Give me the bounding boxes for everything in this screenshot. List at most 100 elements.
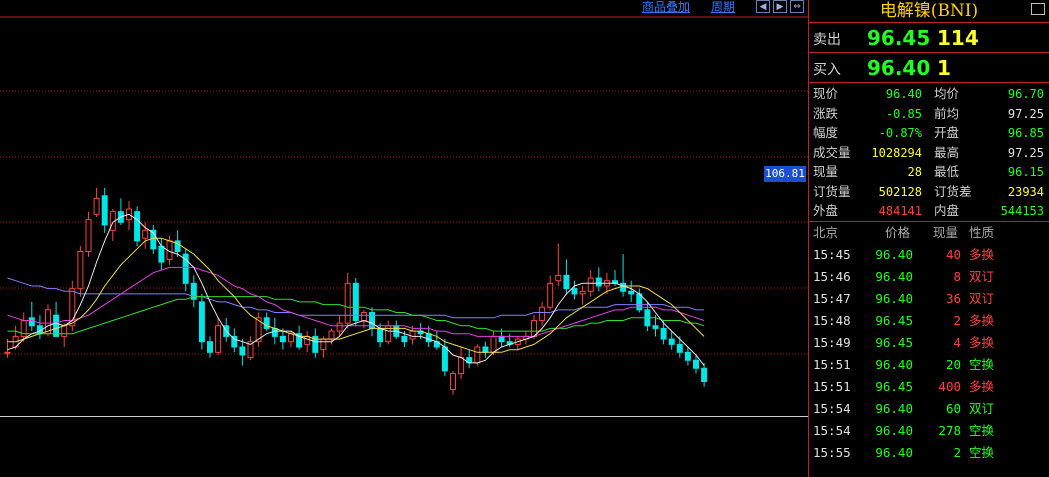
tick-qty: 60	[945, 401, 961, 416]
tick-nature: 空换	[969, 423, 995, 438]
crosshair-price-label: 106.81	[764, 166, 806, 182]
stat-value: 96.85	[1007, 126, 1044, 140]
scroll-right-button[interactable]: ▶	[773, 0, 787, 13]
sell-volume: 114	[937, 26, 979, 50]
candle-down	[652, 325, 659, 329]
tick-price: 96.40	[875, 269, 913, 284]
stats-row: 涨跌 -0.85 前均 97.25	[809, 104, 1049, 124]
tick-row: 15:46 96.40 8 双订	[809, 266, 1049, 288]
tick-time: 15:49	[813, 335, 851, 350]
tick-price: 96.40	[875, 357, 913, 372]
candle-up	[547, 282, 554, 308]
candle-down	[401, 335, 408, 343]
candle-down	[668, 338, 675, 345]
tick-time: 15:45	[813, 247, 851, 262]
stat-label: 均价	[934, 86, 960, 101]
stat-value: 97.25	[1007, 145, 1044, 160]
tick-row: 15:49 96.45 4 多换	[809, 332, 1049, 354]
stat-label: 成交量	[813, 144, 851, 160]
stats-table: 现价 96.40 均价 96.70 涨跌 -0.85 前均 97.25 幅度 -0.87% 开盘 96…	[809, 83, 1049, 222]
candle-up	[304, 335, 311, 345]
tick-price: 96.40	[875, 445, 913, 460]
sell-label: 卖出	[813, 32, 841, 48]
stat-value: -0.85	[885, 106, 922, 121]
stat-label: 订货差	[934, 183, 972, 199]
candle-down	[441, 346, 448, 372]
tick-qty: 278	[938, 423, 961, 438]
candle-down	[134, 211, 141, 242]
candle-down	[693, 359, 699, 369]
candle-down	[28, 317, 35, 327]
stat-label: 现量	[813, 164, 839, 179]
tick-time: 15:46	[813, 269, 851, 284]
candle-down	[701, 367, 708, 383]
candle-up	[320, 338, 327, 351]
candle-up	[458, 357, 465, 375]
ticks-list[interactable]: 15:45 96.40 40 多换 15:46 96.40 8 双订 15:47 96.40 36 双…	[809, 244, 1049, 464]
stat-value: 544153	[1000, 204, 1044, 218]
candle-up	[409, 330, 416, 340]
period-link[interactable]: 周期	[711, 0, 735, 14]
tick-nature: 多换	[969, 313, 995, 328]
ticks-header: 北京 价格 现量 性质	[809, 222, 1049, 244]
candle-up	[288, 333, 294, 343]
stat-value: 484141	[878, 204, 922, 218]
candle-up	[360, 312, 367, 321]
tick-qty: 36	[945, 291, 961, 306]
candle-up	[328, 330, 335, 340]
candle-down	[207, 341, 213, 353]
candle-up	[555, 274, 562, 282]
tick-nature: 双订	[969, 291, 995, 306]
candle-down	[684, 351, 691, 361]
stats-row: 现价 96.40 均价 96.70	[809, 84, 1049, 104]
tick-nature: 双订	[969, 269, 995, 284]
stats-row: 订货量 502128 订货差 23934	[809, 182, 1049, 202]
stat-value: 96.70	[1007, 87, 1044, 101]
tick-price: 96.40	[875, 423, 913, 438]
tick-price: 96.45	[875, 335, 913, 350]
candle-up	[85, 219, 92, 252]
candle-down	[482, 346, 489, 353]
stat-label: 外盘	[813, 203, 839, 218]
kline-canvas[interactable]	[0, 0, 808, 477]
candle-down	[158, 245, 165, 263]
tick-qty: 2	[953, 445, 961, 460]
stat-value: 96.40	[885, 87, 922, 101]
tick-row: 15:55 96.40 2 空换	[809, 442, 1049, 464]
stat-label: 涨跌	[813, 105, 839, 121]
candle-down	[377, 327, 384, 343]
candle-down	[563, 274, 570, 290]
quote-title-bar: 电解镍(BNI)	[809, 0, 1049, 23]
candle-down	[676, 343, 683, 353]
panel-toggle-button[interactable]	[1031, 3, 1045, 15]
zoom-button[interactable]: ⇔	[790, 0, 804, 13]
stat-value: 23934	[1007, 184, 1044, 199]
candle-down	[239, 346, 246, 356]
stat-value: 502128	[878, 184, 922, 199]
tick-row: 15:47 96.40 36 双订	[809, 288, 1049, 310]
candle-up	[4, 351, 11, 354]
ticks-header-nature: 性质	[969, 225, 995, 240]
tick-row: 15:54 96.40 278 空换	[809, 420, 1049, 442]
tick-price: 96.45	[875, 313, 913, 328]
tick-time: 15:48	[813, 313, 851, 328]
candle-down	[101, 195, 108, 226]
candle-up	[336, 322, 343, 332]
tick-row: 15:54 96.40 60 双订	[809, 398, 1049, 420]
buy-volume: 1	[937, 56, 951, 80]
sell-quote-row: 卖出 96.45 114	[809, 23, 1049, 53]
stat-value: 28	[907, 165, 922, 179]
tick-qty: 20	[945, 357, 961, 372]
candle-down	[660, 327, 667, 340]
ticks-header-time: 北京	[813, 225, 839, 240]
stat-label: 最高	[934, 144, 960, 160]
tick-qty: 40	[945, 247, 961, 262]
tick-price: 96.40	[875, 247, 913, 262]
overlay-commodity-link[interactable]: 商品叠加	[642, 0, 690, 14]
kline-chart[interactable]: 商品叠加 周期 ◀ ▶ ⇔ 106.81	[0, 0, 808, 477]
scroll-left-button[interactable]: ◀	[756, 0, 770, 13]
tick-price: 96.40	[875, 401, 913, 416]
tick-nature: 双订	[969, 401, 995, 416]
tick-time: 15:54	[813, 423, 851, 438]
stat-label: 内盘	[934, 203, 960, 218]
